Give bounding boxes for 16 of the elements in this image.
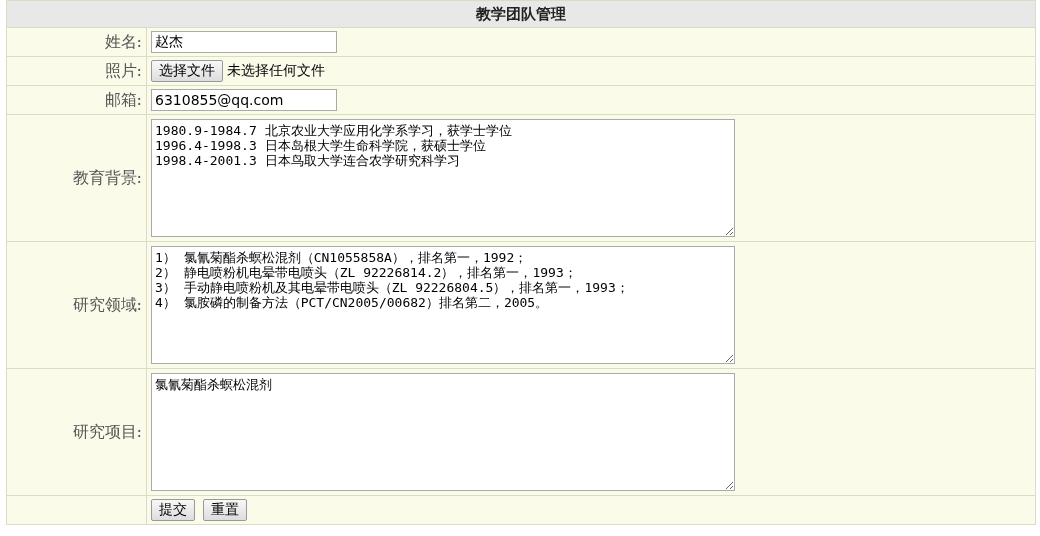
- text-area[interactable]: 氯氰菊酯杀螟松混剂: [151, 373, 735, 491]
- field-label: 邮箱:: [104, 89, 142, 111]
- reset-button[interactable]: 重置: [203, 499, 247, 521]
- submit-button[interactable]: 提交: [151, 499, 195, 521]
- field-label: 研究项目:: [72, 421, 142, 443]
- field-label: 照片:: [104, 60, 142, 82]
- text-area[interactable]: 1980.9-1984.7 北京农业大学应用化学系学习，获学士学位 1996.4-1998.3 日本岛根大学生命科学院，获硕士学位 1998.4-2001.3 日本鸟取大学连合农学研究科学习: [151, 119, 735, 237]
- file-status: 未选择任何文件: [227, 62, 325, 80]
- page-title: 教学团队管理: [7, 1, 1035, 27]
- field-label: 教育背景:: [72, 167, 142, 189]
- choose-file-button[interactable]: 选择文件: [151, 60, 223, 82]
- field-label: 研究领域:: [72, 294, 142, 316]
- text-field[interactable]: 赵杰: [151, 31, 337, 53]
- text-field[interactable]: 6310855@qq.com: [151, 89, 337, 111]
- field-label: 姓名:: [104, 31, 142, 53]
- text-area[interactable]: 1） 氯氰菊酯杀螟松混剂（CN1055858A），排名第一，1992； 2） 静电喷粉机电晕带电喷头（ZL 92226814.2），排名第一，1993； 3） 手动静电喷粉机及其电晕带电喷头（ZL 92226804.5），排名第一，1993； 4） 氯胺磷的制备方法（PCT/CN2005/00682）排名第二，2005。: [151, 246, 735, 364]
